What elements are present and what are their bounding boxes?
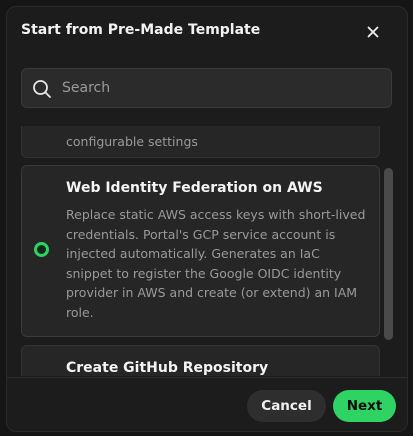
template-card[interactable]: configurable settings [21,126,380,158]
scrollbar-thumb[interactable] [384,168,393,340]
selected-radio[interactable] [34,242,49,257]
search-box [21,68,392,108]
modal-footer: Cancel Next [7,377,407,431]
template-card-title: Create GitHub Repository [66,360,269,376]
template-card-selected[interactable]: Web Identity Federation on AWS Replace s… [21,165,380,337]
search-icon [33,80,51,98]
template-card[interactable]: Create GitHub Repository [21,345,380,376]
close-icon [367,26,379,38]
template-card-title: Web Identity Federation on AWS [66,180,323,196]
close-button[interactable] [361,20,385,44]
template-list: configurable settings Web Identity Feder… [7,126,407,376]
next-button[interactable]: Next [333,390,396,422]
modal-header: Start from Pre-Made Template [7,7,407,57]
list-scrollbar[interactable] [384,128,393,374]
template-modal: Start from Pre-Made Template configurabl… [6,6,408,432]
cancel-button[interactable]: Cancel [247,390,326,422]
template-card-description: Replace static AWS access keys with shor… [66,207,366,320]
modal-title: Start from Pre-Made Template [21,22,261,38]
template-card-description: configurable settings [66,134,198,149]
search-input[interactable] [62,69,382,107]
